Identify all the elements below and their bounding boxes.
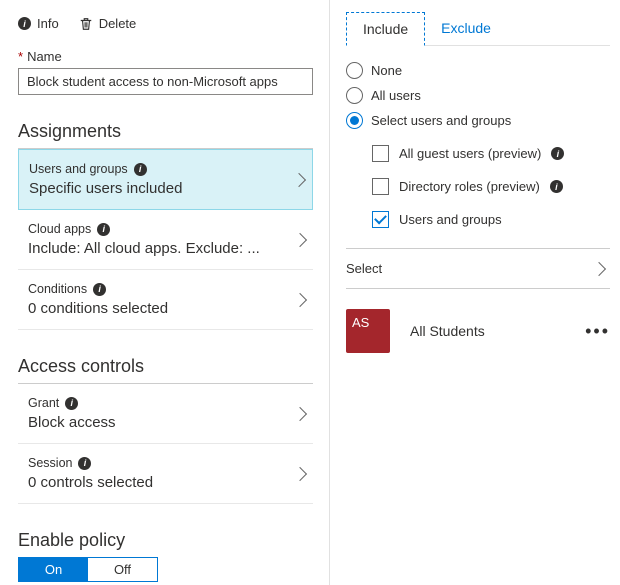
select-button[interactable]: Select	[346, 248, 610, 289]
policy-config-pane: i Info Delete *Name Assignments Users an…	[0, 0, 330, 585]
checkbox-icon	[372, 178, 389, 195]
tab-exclude[interactable]: Exclude	[425, 12, 507, 45]
chevron-right-icon	[293, 406, 307, 420]
users-groups-pane: Include Exclude None All users Select us…	[330, 0, 620, 585]
access-controls-title: Access controls	[18, 356, 313, 377]
info-icon: i	[78, 457, 91, 470]
assignments-users-and-groups[interactable]: Users and groupsi Specific users include…	[18, 149, 313, 210]
assignments-conditions[interactable]: Conditionsi 0 conditions selected	[18, 270, 313, 330]
toggle-on[interactable]: On	[19, 558, 88, 581]
info-icon: i	[97, 223, 110, 236]
selected-group-row: AS All Students •••	[346, 303, 610, 359]
chevron-right-icon	[293, 466, 307, 480]
access-session[interactable]: Sessioni 0 controls selected	[18, 444, 313, 504]
chevron-right-icon	[592, 261, 606, 275]
check-all-guest-users[interactable]: All guest users (preview) i	[372, 145, 610, 162]
selection-checkboxes: All guest users (preview) i Directory ro…	[372, 145, 610, 228]
enable-policy-toggle[interactable]: On Off	[18, 557, 158, 582]
info-icon: i	[551, 147, 564, 160]
name-input[interactable]	[18, 68, 313, 95]
name-label: *Name	[18, 49, 313, 64]
delete-label: Delete	[99, 16, 137, 31]
chevron-right-icon	[293, 232, 307, 246]
scope-radio-group: None All users Select users and groups	[346, 62, 610, 129]
access-grant[interactable]: Granti Block access	[18, 384, 313, 444]
radio-icon	[346, 112, 363, 129]
chevron-right-icon	[293, 292, 307, 306]
checkbox-icon	[372, 145, 389, 162]
info-label: Info	[37, 16, 59, 31]
radio-icon	[346, 87, 363, 104]
tabs: Include Exclude	[346, 12, 610, 46]
tab-include[interactable]: Include	[346, 12, 425, 46]
info-icon: i	[550, 180, 563, 193]
radio-icon	[346, 62, 363, 79]
radio-select-users-groups[interactable]: Select users and groups	[346, 112, 610, 129]
checkbox-icon	[372, 211, 389, 228]
avatar: AS	[346, 309, 390, 353]
delete-button[interactable]: Delete	[79, 16, 137, 31]
required-indicator: *	[18, 49, 23, 64]
info-icon: i	[93, 283, 106, 296]
toggle-off[interactable]: Off	[88, 558, 157, 581]
more-button[interactable]: •••	[585, 321, 610, 342]
info-button[interactable]: i Info	[18, 16, 59, 31]
assignments-title: Assignments	[18, 121, 313, 142]
info-icon: i	[134, 163, 147, 176]
radio-none[interactable]: None	[346, 62, 610, 79]
toolbar: i Info Delete	[18, 16, 313, 31]
radio-all-users[interactable]: All users	[346, 87, 610, 104]
info-icon: i	[18, 17, 31, 30]
trash-icon	[79, 17, 93, 31]
info-icon: i	[65, 397, 78, 410]
assignments-cloud-apps[interactable]: Cloud appsi Include: All cloud apps. Exc…	[18, 210, 313, 270]
group-name: All Students	[410, 323, 565, 339]
check-directory-roles[interactable]: Directory roles (preview) i	[372, 178, 610, 195]
check-users-groups[interactable]: Users and groups	[372, 211, 610, 228]
enable-policy-title: Enable policy	[18, 530, 313, 551]
chevron-right-icon	[292, 172, 306, 186]
